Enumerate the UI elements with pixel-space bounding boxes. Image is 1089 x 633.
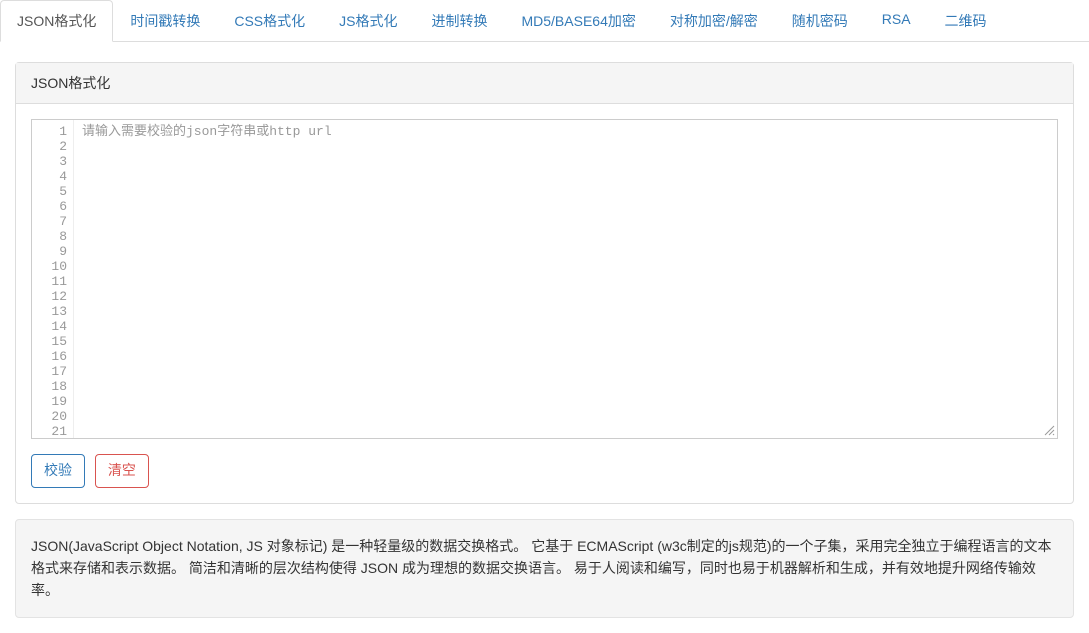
line-number: 2: [42, 139, 67, 154]
line-gutter: 123456789101112131415161718192021: [32, 120, 74, 438]
tab-rsa[interactable]: RSA: [865, 0, 928, 42]
tab-timestamp[interactable]: 时间戳转换: [113, 0, 217, 42]
line-number: 7: [42, 214, 67, 229]
editor-wrapper: 123456789101112131415161718192021: [31, 119, 1058, 439]
clear-button[interactable]: 清空: [95, 454, 149, 488]
line-number: 4: [42, 169, 67, 184]
tab-symmetric-crypto[interactable]: 对称加密/解密: [653, 0, 775, 42]
tab-json-format[interactable]: JSON格式化: [0, 0, 113, 42]
tab-css-format[interactable]: CSS格式化: [217, 0, 322, 42]
resize-handle-icon[interactable]: [1043, 424, 1055, 436]
description-text: JSON(JavaScript Object Notation, JS 对象标记…: [15, 519, 1074, 618]
tab-md5-base64[interactable]: MD5/BASE64加密: [504, 0, 652, 42]
line-number: 3: [42, 154, 67, 169]
line-number: 10: [42, 259, 67, 274]
json-input[interactable]: [74, 120, 1057, 438]
tool-tabs: JSON格式化 时间戳转换 CSS格式化 JS格式化 进制转换 MD5/BASE…: [0, 0, 1089, 42]
line-number: 13: [42, 304, 67, 319]
line-number: 8: [42, 229, 67, 244]
tab-random-password[interactable]: 随机密码: [775, 0, 865, 42]
line-number: 9: [42, 244, 67, 259]
tab-qrcode[interactable]: 二维码: [928, 0, 1004, 42]
validate-button[interactable]: 校验: [31, 454, 85, 488]
panel-body: 123456789101112131415161718192021 校验 清空: [16, 104, 1073, 503]
line-number: 12: [42, 289, 67, 304]
line-number: 18: [42, 379, 67, 394]
line-number: 1: [42, 124, 67, 139]
line-number: 20: [42, 409, 67, 424]
line-number: 15: [42, 334, 67, 349]
tab-radix[interactable]: 进制转换: [414, 0, 504, 42]
line-number: 19: [42, 394, 67, 409]
tab-js-format[interactable]: JS格式化: [322, 0, 414, 42]
line-number: 6: [42, 199, 67, 214]
panel-title: JSON格式化: [16, 63, 1073, 104]
editor-area: [74, 120, 1057, 438]
line-number: 17: [42, 364, 67, 379]
line-number: 21: [42, 424, 67, 439]
json-panel: JSON格式化 12345678910111213141516171819202…: [15, 62, 1074, 504]
line-number: 5: [42, 184, 67, 199]
line-number: 14: [42, 319, 67, 334]
button-row: 校验 清空: [31, 454, 1058, 488]
line-number: 16: [42, 349, 67, 364]
line-number: 11: [42, 274, 67, 289]
